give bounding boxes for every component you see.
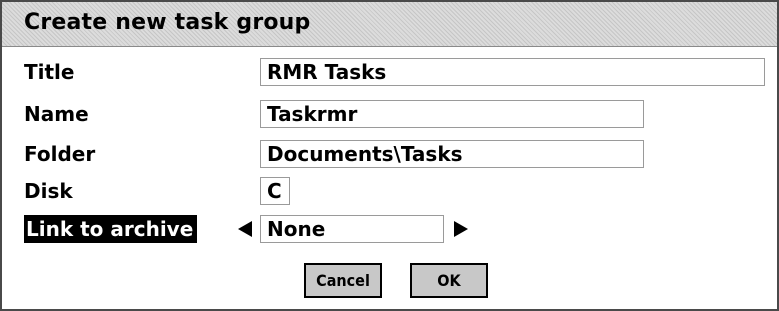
- link-to-archive-label: Link to archive: [24, 215, 198, 243]
- ok-button[interactable]: OK: [410, 263, 488, 298]
- folder-field[interactable]: Documents\Tasks: [260, 140, 644, 168]
- cancel-button[interactable]: Cancel: [304, 263, 382, 298]
- arrow-right-icon[interactable]: [454, 221, 468, 237]
- arrow-left-icon[interactable]: [238, 221, 252, 237]
- link-to-archive-field[interactable]: None: [260, 215, 444, 243]
- name-field[interactable]: Taskrmr: [260, 100, 644, 128]
- dialog-title: Create new task group: [24, 10, 311, 35]
- folder-label: Folder: [24, 142, 96, 166]
- title-label: Title: [24, 60, 75, 84]
- dialog-titlebar: Create new task group: [2, 2, 777, 47]
- name-label: Name: [24, 102, 89, 126]
- disk-label: Disk: [24, 179, 73, 203]
- task-group-dialog: Create new task group Title RMR Tasks Na…: [0, 0, 779, 311]
- disk-field[interactable]: C: [260, 177, 290, 205]
- title-field[interactable]: RMR Tasks: [260, 58, 765, 86]
